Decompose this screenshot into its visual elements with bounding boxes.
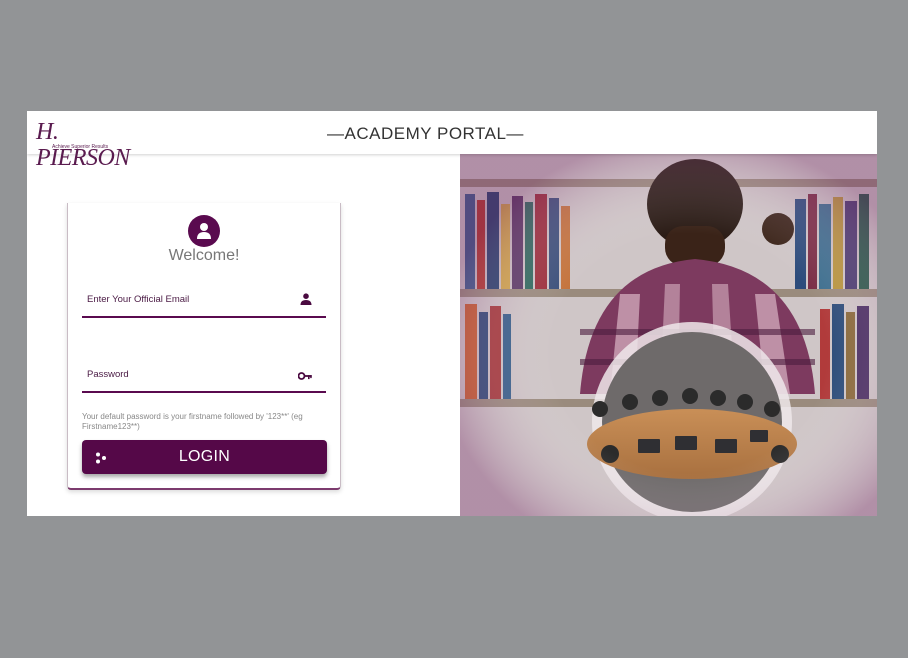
- hero-illustration: [460, 154, 877, 516]
- email-field[interactable]: Enter Your Official Email: [82, 286, 326, 318]
- logo[interactable]: H. PIERSON Achieve Superior Results: [36, 119, 136, 171]
- login-button-label: LOGIN: [178, 448, 231, 465]
- login-card: Welcome! Enter Your Official Email Passw…: [67, 203, 341, 490]
- page-title: —ACADEMY PORTAL—: [327, 124, 524, 143]
- password-label: Password: [87, 369, 129, 380]
- user-circle-icon: [188, 215, 220, 247]
- hero-image: [460, 154, 877, 516]
- key-icon: [297, 367, 312, 385]
- header: H. PIERSON Achieve Superior Results —ACA…: [27, 111, 877, 171]
- logo-tagline: Achieve Superior Results: [52, 144, 109, 150]
- password-field[interactable]: Password: [82, 361, 326, 393]
- welcome-heading: Welcome!: [168, 247, 240, 264]
- portal-frame: H. PIERSON Achieve Superior Results —ACA…: [27, 111, 877, 516]
- login-button[interactable]: LOGIN: [82, 440, 327, 474]
- user-icon: [300, 292, 312, 310]
- email-label: Enter Your Official Email: [87, 294, 190, 305]
- password-hint: Your default password is your firstname …: [82, 412, 303, 431]
